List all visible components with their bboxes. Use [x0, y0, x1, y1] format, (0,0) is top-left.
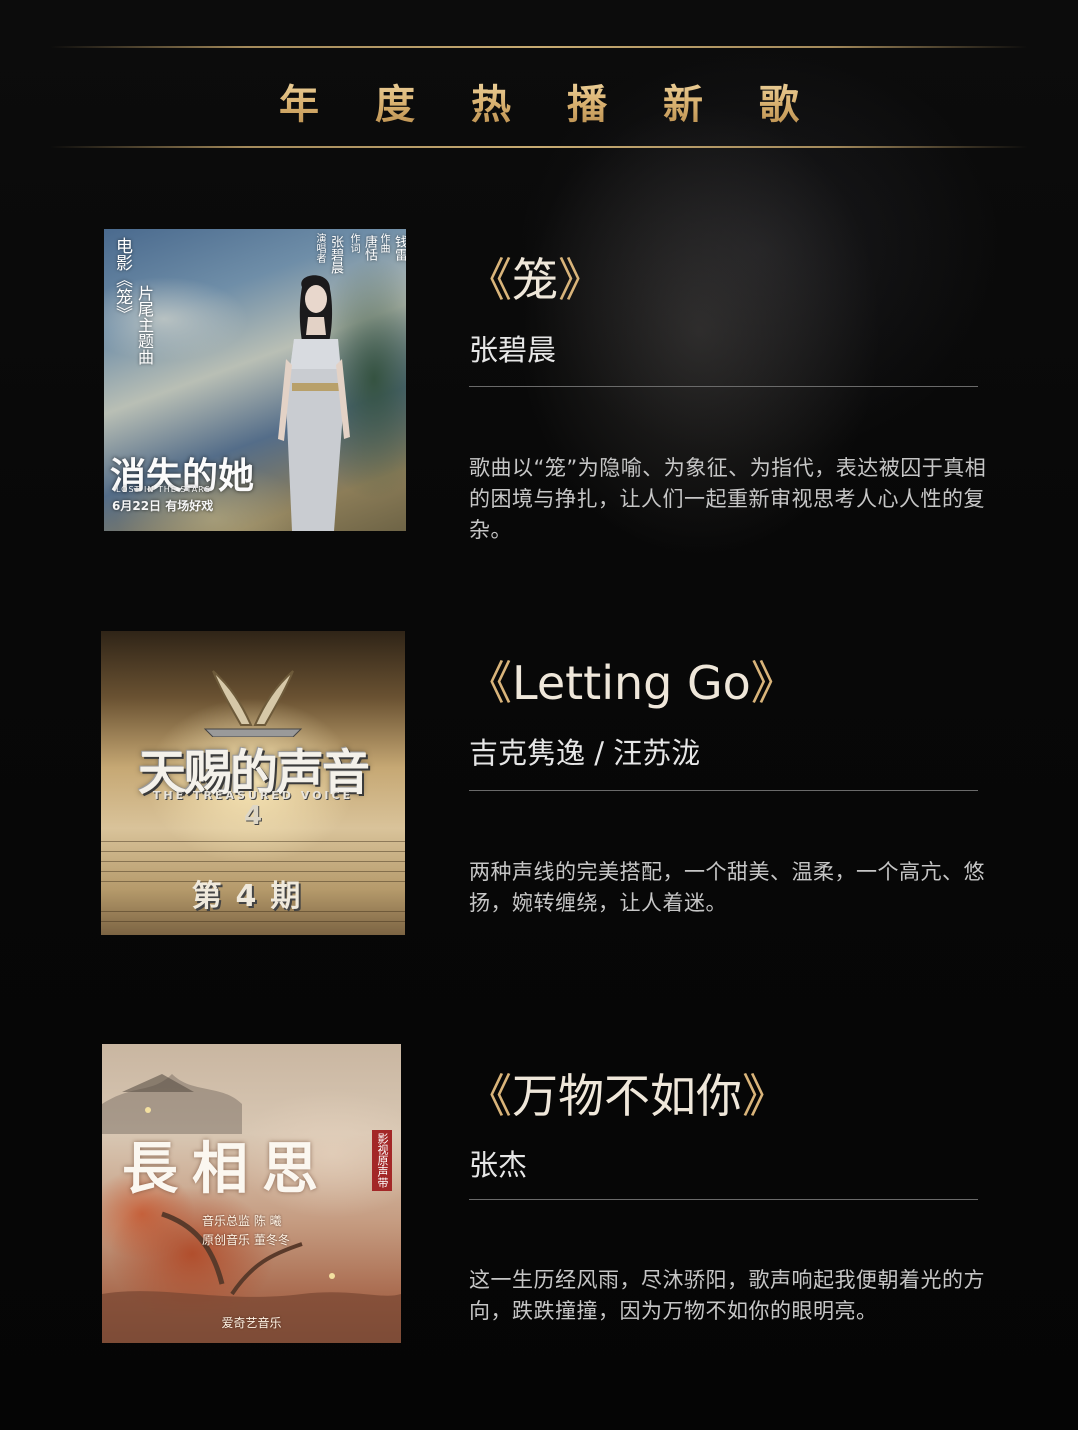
- cover-issue: 第4期: [191, 879, 315, 914]
- song-title-1: 《笼》: [466, 244, 604, 310]
- cover-season: 4: [243, 801, 263, 831]
- singer-figure-image: [278, 275, 350, 531]
- album-cover-3[interactable]: 長相思 影视原声带 音乐总监 陈 曦 原创音乐 董冬冬 爱奇艺音乐: [102, 1044, 401, 1343]
- music-staff-line: [101, 851, 405, 852]
- cover-credit-1: 音乐总监 陈 曦: [202, 1214, 282, 1228]
- cover-lyricist-label: 作词: [348, 233, 359, 253]
- title-bracket-right: 》: [750, 656, 797, 710]
- song-description-3: 这一生历经风雨，尽沐骄阳，歌声响起我便朝着光的方向，跌跌撞撞，因为万物不如你的眼…: [469, 1268, 985, 1323]
- page-title: 年度热播新歌: [0, 72, 1078, 130]
- album-cover-1[interactable]: 电影《笼》 片尾主题曲 演唱者 张碧晨 作词 唐恬 作曲 钱雷 消失的她 LOS…: [104, 229, 406, 531]
- header-rule-top: [50, 46, 1028, 48]
- song-divider-1: [469, 386, 978, 387]
- song-title-text: Letting Go: [512, 656, 751, 710]
- title-bracket-right: 》: [558, 253, 604, 307]
- song-title-3: 《万物不如你》: [466, 1060, 788, 1126]
- song-description-2: 两种声线的完美搭配，一个甜美、温柔，一个高亢、悠扬，婉转缠绕，让人着迷。: [469, 860, 985, 915]
- song-divider-2: [469, 790, 978, 791]
- gramophone-icon: [203, 670, 303, 737]
- song-title-2: 《Letting Go》: [466, 647, 797, 713]
- song-title-text: 万物不如你: [512, 1069, 742, 1123]
- song-description-1: 歌曲以“笼”为隐喻、为象征、为指代，表达被囚于真相的困境与挣扎，让人们一起重新审…: [469, 456, 987, 542]
- song-divider-3: [469, 1199, 978, 1200]
- cover-composer-label: 作曲: [378, 233, 389, 253]
- title-bracket-right: 》: [742, 1069, 788, 1123]
- music-staff-line: [101, 861, 405, 862]
- cover-tag: 影视原声带: [372, 1130, 392, 1191]
- title-bracket-left: 《: [466, 1069, 512, 1123]
- cover-release: 6月22日 有场好戏: [112, 499, 214, 513]
- song-artist-2: 吉克隽逸 / 汪苏泷: [469, 736, 701, 770]
- cover-label-theme: 片尾主题曲: [135, 285, 154, 365]
- song-title-text: 笼: [512, 253, 558, 307]
- cover-drama-title: 長相思: [122, 1136, 332, 1202]
- album-cover-2[interactable]: 天赐的声音 THE TREASURED VOICE 4 第4期: [101, 631, 405, 935]
- cover-credit-2: 原创音乐 董冬冬: [202, 1233, 290, 1247]
- title-bracket-left: 《: [466, 253, 512, 307]
- header-rule-bottom: [50, 146, 1028, 148]
- cover-film-subtitle: LOST IN THE STARS: [116, 485, 211, 494]
- title-bracket-left: 《: [466, 656, 512, 710]
- music-staff-line: [101, 841, 405, 842]
- cover-composer: 钱雷: [392, 235, 406, 261]
- cover-singer-label: 演唱者: [314, 233, 325, 263]
- music-staff-line: [101, 921, 405, 922]
- cover-singer: 张碧晨: [328, 235, 343, 274]
- cover-label: 爱奇艺音乐: [221, 1316, 282, 1330]
- song-artist-1: 张碧晨: [469, 333, 557, 367]
- song-artist-3: 张杰: [469, 1148, 528, 1182]
